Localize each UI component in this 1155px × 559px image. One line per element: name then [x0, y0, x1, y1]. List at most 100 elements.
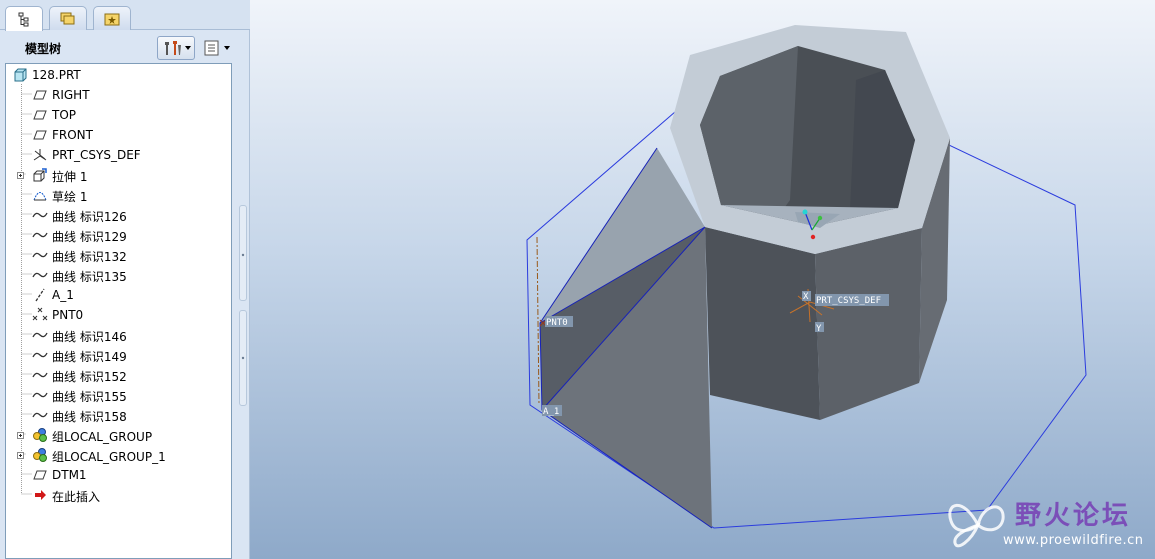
tree-item-front[interactable]: FRONT	[6, 125, 231, 145]
grip-dots-icon	[241, 253, 245, 360]
tree-item-label: 曲线 标识149	[52, 350, 127, 364]
tree-item-label: RIGHT	[52, 88, 90, 102]
tree-item-extrude[interactable]: 拉伸 1	[6, 165, 231, 185]
curve-icon	[32, 392, 48, 398]
butterfly-logo-icon	[948, 503, 1005, 548]
settings-tools-icon	[165, 41, 181, 55]
tree-item-label: 曲线 标识135	[52, 270, 127, 284]
tree-item-insert-here[interactable]: 在此插入	[6, 485, 231, 505]
tree-item-label: 曲线 标识152	[52, 370, 127, 384]
curve-icon	[32, 352, 48, 358]
datum-point-icon	[32, 307, 48, 321]
curve-icon	[32, 272, 48, 278]
folder-browser-tab[interactable]	[49, 6, 87, 30]
curve-icon	[32, 252, 48, 258]
group-icon	[33, 448, 47, 462]
tree-item-label: 曲线 标识146	[52, 330, 127, 344]
tree-item-curve[interactable]: 曲线 标识158	[6, 405, 231, 425]
watermark-title: 野火论坛	[1015, 501, 1132, 531]
tree-item-right[interactable]: RIGHT	[6, 85, 231, 105]
csys-icon	[33, 149, 47, 161]
tree-item-curve[interactable]: 曲线 标识129	[6, 225, 231, 245]
axis-label[interactable]: A_1	[543, 407, 559, 417]
datum-axis-line	[536, 236, 540, 406]
part-icon	[14, 68, 27, 82]
curve-icon	[32, 212, 48, 218]
show-list-icon	[204, 40, 219, 56]
tree-item-curve[interactable]: 曲线 标识126	[6, 205, 231, 225]
chevron-down-icon	[185, 46, 191, 50]
tree-root[interactable]: 128.PRT	[6, 65, 231, 85]
graphics-viewport[interactable]: PRT_CSYS_DEF X Y PNT0 A_1	[250, 0, 1155, 559]
datum-axis-icon	[35, 288, 45, 302]
model-tree-panel: 模型树 128.PRT RIGHT TOP FRONT PRT_CSYS_DEF…	[0, 0, 250, 559]
sketch-icon	[33, 192, 47, 201]
tree-item-dtm1[interactable]: DTM1	[6, 465, 231, 485]
model-tree-tab[interactable]	[5, 6, 43, 31]
panel-header: 模型树	[0, 31, 250, 63]
tree-settings-button[interactable]	[157, 36, 195, 60]
csys-y-label: Y	[816, 324, 822, 334]
tree-item-curve[interactable]: 曲线 标识146	[6, 325, 231, 345]
csys-label[interactable]: PRT_CSYS_DEF	[816, 296, 881, 306]
csys-x-label: X	[803, 292, 809, 302]
tree-item-curve[interactable]: 曲线 标识152	[6, 365, 231, 385]
tree-item-label: TOP	[52, 108, 77, 122]
curve-icon	[32, 412, 48, 418]
navigator-tab-strip	[0, 0, 250, 31]
tree-item-label: 曲线 标识126	[52, 210, 127, 224]
expand-toggle-icon[interactable]	[17, 172, 24, 179]
tree-item-curve[interactable]: 曲线 标识149	[6, 345, 231, 365]
model-tree: 128.PRT RIGHT TOP FRONT PRT_CSYS_DEF 拉伸 …	[5, 63, 232, 559]
insert-here-icon	[35, 490, 46, 500]
tree-item-group[interactable]: 组LOCAL_GROUP_1	[6, 445, 231, 465]
star-folder-icon	[104, 13, 120, 25]
tree-item-label: A_1	[52, 288, 74, 302]
forum-watermark: 野火论坛 www.proewildfire.cn	[943, 491, 1155, 559]
tree-item-label: 曲线 标识155	[52, 390, 127, 404]
panel-title: 模型树	[25, 42, 62, 56]
curve-icon	[32, 372, 48, 378]
tree-item-label: 组LOCAL_GROUP_1	[52, 450, 166, 464]
tree-item-group[interactable]: 组LOCAL_GROUP	[6, 425, 231, 445]
show-button[interactable]	[199, 36, 235, 60]
datum-plane-icon	[33, 90, 47, 100]
tree-icon	[18, 12, 29, 27]
curve-icon	[32, 332, 48, 338]
tree-item-label: 曲线 标识132	[52, 250, 127, 264]
tree-root-label: 128.PRT	[32, 68, 81, 82]
shell-face-right	[815, 228, 922, 420]
datum-plane-icon	[33, 110, 47, 120]
tree-item-label: 在此插入	[52, 490, 101, 504]
curve-icon	[32, 232, 48, 238]
tree-item-curve[interactable]: 曲线 标识155	[6, 385, 231, 405]
expand-toggle-icon[interactable]	[17, 432, 24, 439]
tree-item-sketch[interactable]: 草绘 1	[6, 185, 231, 205]
tree-item-top[interactable]: TOP	[6, 105, 231, 125]
point-label[interactable]: PNT0	[546, 318, 568, 328]
tree-item-label: 曲线 标识129	[52, 230, 127, 244]
tree-item-label: 草绘 1	[52, 190, 88, 204]
shell-face-front	[705, 227, 820, 420]
group-icon	[33, 428, 47, 442]
tree-item-label: PRT_CSYS_DEF	[52, 148, 141, 162]
tree-item-curve[interactable]: 曲线 标识132	[6, 245, 231, 265]
tree-item-csys[interactable]: PRT_CSYS_DEF	[6, 145, 231, 165]
model-canvas[interactable]: PRT_CSYS_DEF X Y PNT0 A_1	[250, 0, 1155, 559]
datum-plane-icon	[33, 470, 47, 480]
datum-plane-icon	[33, 130, 47, 140]
tree-item-label: PNT0	[52, 308, 84, 322]
tree-item-label: 曲线 标识158	[52, 410, 127, 424]
tree-item-point[interactable]: PNT0	[6, 305, 231, 325]
favorites-tab[interactable]	[93, 6, 131, 30]
tree-item-label: 拉伸 1	[52, 170, 88, 184]
tree-item-label: 组LOCAL_GROUP	[52, 430, 153, 444]
tree-item-axis[interactable]: A_1	[6, 285, 231, 305]
tree-item-label: DTM1	[52, 468, 87, 482]
folders-icon	[60, 12, 75, 24]
tree-item-curve[interactable]: 曲线 标识135	[6, 265, 231, 285]
panel-splitter[interactable]	[238, 205, 248, 559]
watermark-url: www.proewildfire.cn	[1003, 533, 1144, 548]
extrude-icon	[33, 168, 47, 182]
expand-toggle-icon[interactable]	[17, 452, 24, 459]
